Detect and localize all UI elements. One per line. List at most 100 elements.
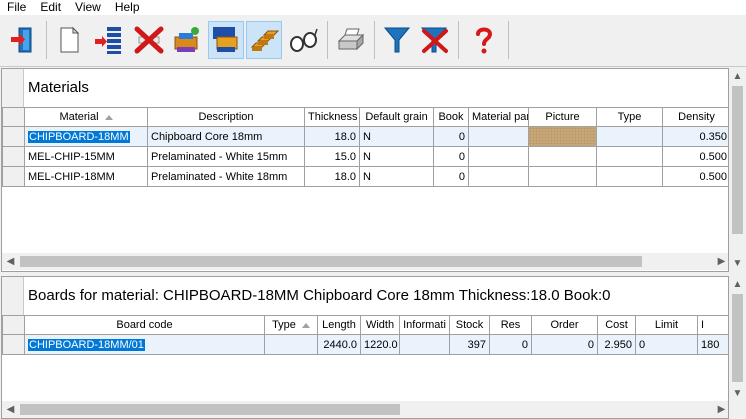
- column-header-book[interactable]: Book: [433, 107, 469, 127]
- column-header-stock[interactable]: Stock: [449, 315, 490, 335]
- scroll-right-icon[interactable]: ▶: [713, 253, 728, 270]
- scroll-down-icon[interactable]: ▼: [729, 385, 746, 402]
- cell-density[interactable]: 0.350: [662, 126, 728, 147]
- cell-material-par[interactable]: [468, 166, 529, 187]
- cell-density[interactable]: 0.500: [662, 166, 728, 187]
- copy-material-button[interactable]: [208, 21, 244, 59]
- cell-stock[interactable]: 397: [449, 334, 490, 355]
- cell-limit[interactable]: 0: [635, 334, 698, 355]
- cell-cost[interactable]: 2.950: [597, 334, 636, 355]
- column-header-type[interactable]: Type: [596, 107, 663, 127]
- cell-picture[interactable]: [528, 146, 597, 167]
- cell-picture[interactable]: [528, 166, 597, 187]
- cell-width[interactable]: 1220.0: [360, 334, 400, 355]
- column-header-extra[interactable]: I: [697, 315, 728, 335]
- menu-edit[interactable]: Edit: [33, 0, 68, 15]
- column-header-picture[interactable]: Picture: [528, 107, 597, 127]
- cell-material[interactable]: MEL-CHIP-18MM: [24, 166, 148, 187]
- table-row[interactable]: CHIPBOARD-18MM Chipboard Core 18mm 18.0 …: [2, 126, 728, 147]
- print-boards-button[interactable]: [169, 21, 205, 59]
- column-header-order[interactable]: Order: [531, 315, 598, 335]
- column-header-density[interactable]: Density: [662, 107, 728, 127]
- scroll-left-icon[interactable]: ◀: [2, 253, 19, 270]
- column-header-res[interactable]: Res: [489, 315, 532, 335]
- cell-board-code[interactable]: CHIPBOARD-18MM/01: [24, 334, 265, 355]
- print-button[interactable]: [333, 21, 369, 59]
- menu-view[interactable]: View: [68, 0, 108, 15]
- cell-material[interactable]: CHIPBOARD-18MM: [24, 126, 148, 147]
- cell-book[interactable]: 0: [433, 146, 469, 167]
- cell-material[interactable]: MEL-CHIP-15MM: [24, 146, 148, 167]
- delete-button[interactable]: [131, 21, 167, 59]
- cell-type[interactable]: [264, 334, 318, 355]
- menu-help[interactable]: Help: [108, 0, 147, 15]
- scroll-up-icon[interactable]: ▲: [729, 276, 746, 293]
- column-header-cost[interactable]: Cost: [597, 315, 636, 335]
- row-header[interactable]: [2, 334, 25, 355]
- clear-filter-button[interactable]: [416, 21, 452, 59]
- table-row[interactable]: CHIPBOARD-18MM/01 2440.0 1220.0 397 0 0 …: [2, 334, 728, 355]
- cell-information[interactable]: [399, 334, 450, 355]
- boards-title-bar: Boards for material: CHIPBOARD-18MM Chip…: [2, 277, 728, 315]
- cell-type[interactable]: [596, 166, 663, 187]
- cell-book[interactable]: 0: [433, 126, 469, 147]
- column-header-width[interactable]: Width: [360, 315, 400, 335]
- cell-type[interactable]: [596, 126, 663, 147]
- boards-vertical-scrollbar[interactable]: ▲ ▼: [729, 276, 746, 402]
- cell-material-par[interactable]: [468, 126, 529, 147]
- filter-button[interactable]: [379, 21, 415, 59]
- cell-density[interactable]: 0.500: [662, 146, 728, 167]
- column-header-material-par[interactable]: Material par: [468, 107, 529, 127]
- cell-grain[interactable]: N: [359, 146, 434, 167]
- table-row[interactable]: MEL-CHIP-18MM Prelaminated - White 18mm …: [2, 166, 728, 187]
- column-header-limit[interactable]: Limit: [635, 315, 698, 335]
- column-header-board-code[interactable]: Board code: [24, 315, 265, 335]
- cell-material-par[interactable]: [468, 146, 529, 167]
- scroll-left-icon[interactable]: ◀: [2, 401, 19, 418]
- column-header-thickness[interactable]: Thickness: [304, 107, 360, 127]
- cell-thickness[interactable]: 18.0: [304, 166, 360, 187]
- row-header[interactable]: [2, 166, 25, 187]
- column-header-type[interactable]: Type: [264, 315, 318, 335]
- cell-grain[interactable]: N: [359, 166, 434, 187]
- scroll-thumb[interactable]: [732, 86, 743, 234]
- cell-description[interactable]: Prelaminated - White 18mm: [147, 166, 305, 187]
- cell-book[interactable]: 0: [433, 166, 469, 187]
- stacked-boards-button[interactable]: [246, 21, 282, 59]
- materials-horizontal-scrollbar[interactable]: ◀ ▶: [2, 253, 728, 270]
- materials-panel: Materials Material Description Thickness…: [1, 68, 729, 272]
- boards-horizontal-scrollbar[interactable]: ◀ ▶: [2, 401, 728, 418]
- cell-thickness[interactable]: 15.0: [304, 146, 360, 167]
- column-header-length[interactable]: Length: [317, 315, 361, 335]
- scroll-thumb[interactable]: [20, 404, 400, 415]
- scroll-thumb[interactable]: [20, 256, 642, 267]
- cell-type[interactable]: [596, 146, 663, 167]
- cell-grain[interactable]: N: [359, 126, 434, 147]
- scroll-up-icon[interactable]: ▲: [729, 68, 746, 85]
- row-header[interactable]: [2, 146, 25, 167]
- column-header-description[interactable]: Description: [147, 107, 305, 127]
- cell-res[interactable]: 0: [489, 334, 532, 355]
- cell-length[interactable]: 2440.0: [317, 334, 361, 355]
- exit-button[interactable]: [4, 21, 40, 59]
- column-header-information[interactable]: Informati: [399, 315, 450, 335]
- insert-button[interactable]: [91, 21, 127, 59]
- cell-thickness[interactable]: 18.0: [304, 126, 360, 147]
- new-button[interactable]: [51, 21, 87, 59]
- scroll-down-icon[interactable]: ▼: [729, 255, 746, 272]
- row-header[interactable]: [2, 126, 25, 147]
- menu-file[interactable]: File: [0, 0, 33, 15]
- cell-extra[interactable]: 180: [697, 334, 728, 355]
- cell-description[interactable]: Prelaminated - White 15mm: [147, 146, 305, 167]
- scroll-thumb[interactable]: [732, 294, 743, 382]
- column-header-default-grain[interactable]: Default grain: [359, 107, 434, 127]
- cell-picture[interactable]: [528, 126, 597, 147]
- column-header-material[interactable]: Material: [24, 107, 148, 127]
- table-row[interactable]: MEL-CHIP-15MM Prelaminated - White 15mm …: [2, 146, 728, 167]
- scroll-right-icon[interactable]: ▶: [713, 401, 728, 418]
- cell-description[interactable]: Chipboard Core 18mm: [147, 126, 305, 147]
- materials-vertical-scrollbar[interactable]: ▲ ▼: [729, 68, 746, 272]
- view-button[interactable]: [285, 21, 321, 59]
- cell-order[interactable]: 0: [531, 334, 598, 355]
- help-button[interactable]: [466, 21, 502, 59]
